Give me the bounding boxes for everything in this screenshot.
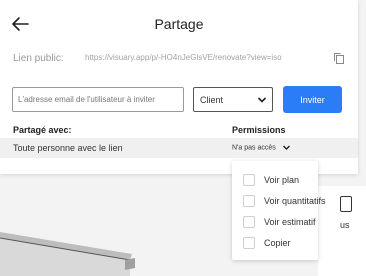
- share-dialog: Partage Lien public: https://visuary.app…: [0, 0, 358, 174]
- checkbox[interactable]: [243, 195, 255, 207]
- invite-button[interactable]: Inviter: [283, 86, 342, 113]
- shared-row-name: Toute personne avec le lien: [13, 143, 123, 153]
- role-select-value: Client: [200, 95, 224, 105]
- permissions-menu: Voir plan Voir quantitatifs Voir estimat…: [232, 161, 326, 260]
- menu-item-label: Copier: [264, 238, 291, 248]
- chevron-down-icon: [257, 97, 267, 103]
- copy-icon[interactable]: [333, 52, 345, 64]
- menu-item-copier[interactable]: Copier: [232, 233, 318, 253]
- menu-item-label: Voir quantitatifs: [264, 196, 326, 206]
- document-icon[interactable]: [340, 196, 352, 212]
- checkbox[interactable]: [243, 174, 255, 186]
- public-link-label: Lien public:: [13, 53, 64, 64]
- email-input[interactable]: [12, 87, 184, 112]
- menu-item-voir-plan[interactable]: Voir plan: [232, 170, 318, 190]
- shared-with-header: Partagé avec:: [13, 125, 72, 135]
- chevron-down-icon: [282, 145, 290, 150]
- toolbar-label: us: [340, 220, 350, 230]
- dialog-title: Partage: [154, 16, 204, 32]
- role-select[interactable]: Client: [193, 87, 273, 112]
- shared-row: Toute personne avec le lien N'a pas accè…: [0, 138, 358, 158]
- permission-dropdown[interactable]: N'a pas accès: [232, 143, 291, 155]
- menu-item-voir-estimatif[interactable]: Voir estimatif: [232, 212, 318, 232]
- menu-item-label: Voir plan: [264, 175, 300, 185]
- permission-value: N'a pas accès: [232, 144, 276, 152]
- checkbox[interactable]: [243, 237, 255, 249]
- public-link-url[interactable]: https://visuary.app/p/-HO4nJeGlsVE/renov…: [85, 52, 305, 63]
- menu-item-voir-quantitatifs[interactable]: Voir quantitatifs: [232, 191, 326, 211]
- permissions-header: Permissions: [232, 125, 286, 135]
- menu-item-label: Voir estimatif: [264, 217, 316, 227]
- checkbox[interactable]: [243, 216, 255, 228]
